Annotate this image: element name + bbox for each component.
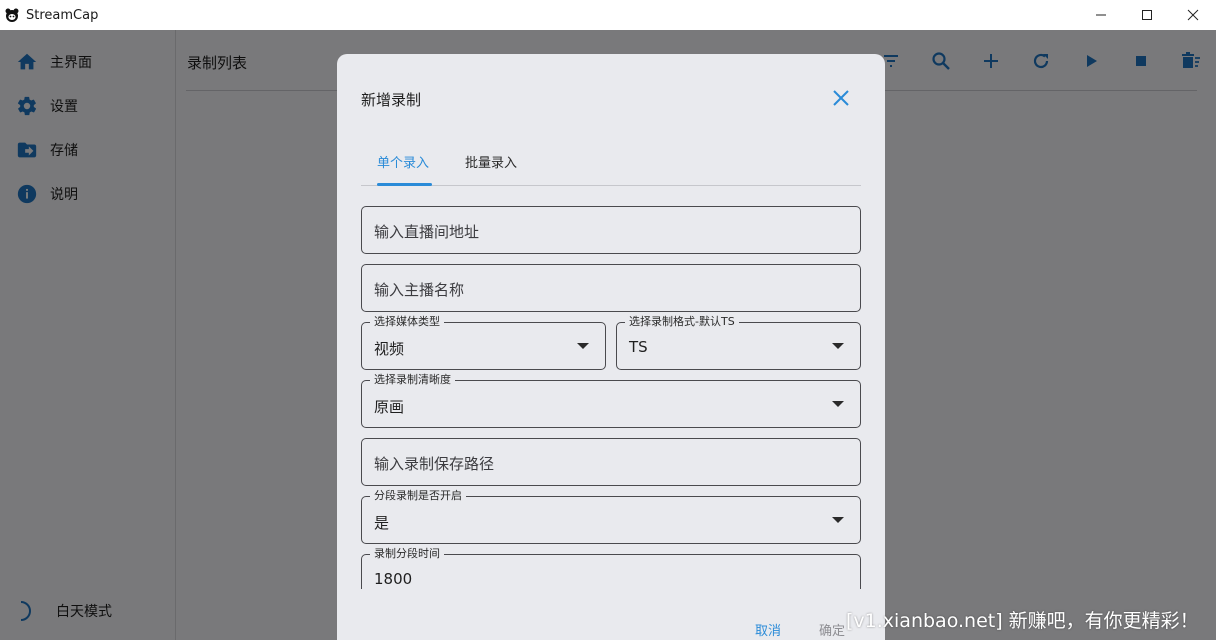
segment-enabled-label: 分段录制是否开启 xyxy=(370,489,466,503)
minimize-button[interactable] xyxy=(1078,0,1124,30)
dropdown-arrow-icon xyxy=(577,343,589,349)
maximize-icon xyxy=(1142,10,1152,20)
record-format-label: 选择录制格式-默认TS xyxy=(625,315,739,329)
maximize-button[interactable] xyxy=(1124,0,1170,30)
cancel-button[interactable]: 取消 xyxy=(755,620,781,639)
close-window-button[interactable] xyxy=(1170,0,1216,30)
stream-url-placeholder: 输入直播间地址 xyxy=(374,223,480,241)
close-icon xyxy=(1187,9,1199,21)
record-quality-select[interactable]: 选择录制清晰度 原画 xyxy=(361,373,861,428)
app-logo-icon xyxy=(5,8,19,22)
minimize-icon xyxy=(1096,14,1106,16)
record-quality-value: 原画 xyxy=(374,398,405,416)
confirm-button[interactable]: 确定 xyxy=(819,620,845,639)
streamer-name-input[interactable]: 输入主播名称 xyxy=(361,264,861,312)
dropdown-arrow-icon xyxy=(832,517,844,523)
window-title: StreamCap xyxy=(26,7,99,23)
save-path-input[interactable]: 输入录制保存路径 xyxy=(361,438,861,486)
segment-time-label: 录制分段时间 xyxy=(370,547,444,561)
window-controls xyxy=(1078,0,1216,30)
record-format-select[interactable]: 选择录制格式-默认TS TS xyxy=(616,315,861,370)
add-recording-dialog: 新增录制 单个录入 批量录入 输入直播间地址 输入主播名称 选择媒体类型 视频 … xyxy=(337,54,885,640)
segment-enabled-select[interactable]: 分段录制是否开启 是 xyxy=(361,489,861,544)
record-format-value: TS xyxy=(629,338,648,356)
segment-time-value: 1800 xyxy=(374,570,413,588)
stream-url-input[interactable]: 输入直播间地址 xyxy=(361,206,861,254)
save-path-placeholder: 输入录制保存路径 xyxy=(374,455,495,473)
media-type-select[interactable]: 选择媒体类型 视频 xyxy=(361,315,606,370)
dropdown-arrow-icon xyxy=(832,401,844,407)
media-type-label: 选择媒体类型 xyxy=(370,315,444,329)
segment-enabled-value: 是 xyxy=(374,514,390,532)
watermark-text: [v1.xianbao.net] 新赚吧，有你更精彩！ xyxy=(846,610,1199,632)
media-type-value: 视频 xyxy=(374,340,405,358)
segment-time-input[interactable]: 录制分段时间 1800 xyxy=(361,547,861,589)
streamer-name-placeholder: 输入主播名称 xyxy=(374,281,465,299)
record-quality-label: 选择录制清晰度 xyxy=(370,373,455,387)
title-bar: StreamCap xyxy=(0,0,1216,30)
dialog-form-scroll: 输入直播间地址 输入主播名称 选择媒体类型 视频 选择录制格式-默认TS TS … xyxy=(337,54,885,589)
dropdown-arrow-icon xyxy=(832,343,844,349)
